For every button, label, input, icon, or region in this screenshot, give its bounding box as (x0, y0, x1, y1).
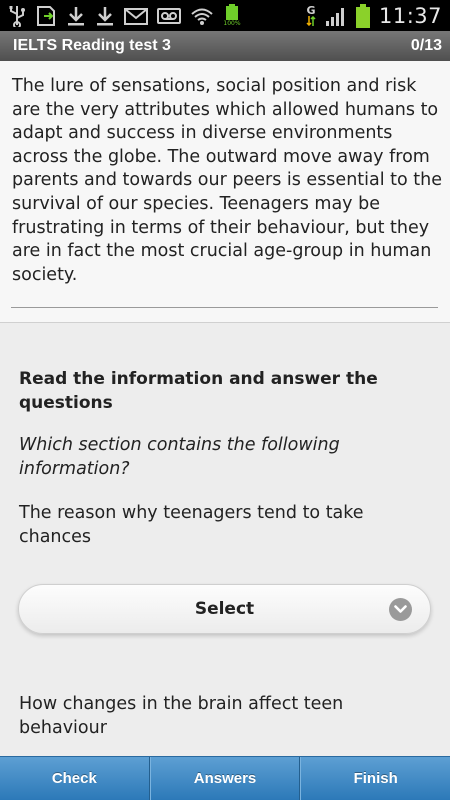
battery-icon (355, 3, 370, 28)
select-label: Select (194, 599, 255, 619)
reading-passage[interactable]: The lure of sensations, social position … (0, 61, 450, 323)
finish-button[interactable]: Finish (300, 757, 450, 800)
battery-small-label: 100% (223, 20, 241, 27)
passage-divider (11, 307, 438, 308)
gmail-icon (124, 6, 148, 26)
question-item-2: How changes in the brain affect teen beh… (19, 694, 344, 738)
answers-button[interactable]: Answers (149, 757, 301, 800)
status-right-icons: G 11:37 (306, 3, 442, 28)
usb-icon (8, 5, 26, 27)
status-bar: 100% G 11:37 (0, 0, 450, 31)
network-type-label: G (306, 4, 316, 17)
status-left-icons: 100% (8, 4, 241, 27)
chevron-down-icon (389, 598, 412, 621)
question-heading: Read the information and answer the ques… (19, 369, 378, 413)
progress-counter: 0/13 (410, 37, 442, 54)
title-bar: IELTS Reading test 3 0/13 (0, 31, 450, 61)
clock: 11:37 (378, 3, 442, 28)
download-icon (66, 5, 86, 27)
check-button[interactable]: Check (0, 757, 150, 800)
question-instruction: Which section contains the following inf… (19, 435, 340, 479)
bottom-toolbar: Check Answers Finish (0, 756, 450, 800)
battery-small-icon: 100% (223, 4, 241, 27)
question-item-1: The reason why teenagers tend to take ch… (19, 503, 364, 547)
answer-select[interactable]: Select (18, 584, 431, 634)
signal-icon (325, 5, 347, 27)
wifi-icon (190, 6, 214, 26)
network-g-icon: G (306, 5, 316, 26)
sd-card-icon (35, 5, 57, 27)
passage-text: The lure of sensations, social position … (12, 76, 443, 285)
download-icon (95, 5, 115, 27)
voicemail-icon (157, 6, 181, 26)
page-title: IELTS Reading test 3 (13, 37, 171, 54)
